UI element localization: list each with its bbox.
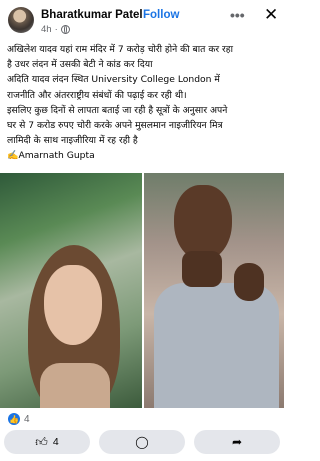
- post-time[interactable]: 4h: [41, 24, 52, 35]
- post-line: अदिति यादव लंदन स्थित University College…: [7, 74, 220, 86]
- neck-shape: [40, 363, 110, 408]
- neck-shape: [182, 251, 222, 287]
- post-body: अखिलेश यादव यहां राम मंदिर में 7 करोड़ च…: [7, 42, 281, 164]
- more-options-icon[interactable]: •••: [230, 7, 245, 23]
- post-signature: ✍️Amarnath Gupta: [7, 150, 95, 162]
- globe-icon: [60, 25, 70, 34]
- face-shape: [44, 265, 102, 345]
- comment-icon: ◯: [135, 435, 149, 449]
- separator-dot: ·: [136, 9, 140, 21]
- post-meta: 4h ·: [41, 24, 70, 35]
- photo-woman[interactable]: [0, 173, 142, 408]
- post-line: लामिदी के साथ नाइजीरिया में रह रही है: [7, 135, 138, 147]
- like-count: 4: [52, 436, 59, 448]
- post-line: राजनीति और अंतरराष्ट्रीय संबंधों की पढ़ा…: [7, 89, 187, 101]
- post-line: इसलिए कुछ दिनों से लापता बताई जा रही है …: [7, 104, 228, 116]
- reaction-summary[interactable]: 👍 4: [8, 413, 30, 425]
- share-button[interactable]: ➦: [194, 430, 280, 454]
- shirt-shape: [154, 283, 279, 408]
- comment-button[interactable]: ◯: [99, 430, 185, 454]
- photo-man[interactable]: [144, 173, 284, 408]
- share-icon: ➦: [231, 435, 243, 449]
- reaction-count: 4: [24, 413, 30, 425]
- like-badge-icon: 👍: [8, 413, 20, 425]
- meta-separator: ·: [54, 24, 58, 35]
- thumbs-up-icon: 👍︎: [35, 435, 48, 449]
- author-name[interactable]: Bharatkumar Patel: [41, 9, 143, 21]
- close-icon[interactable]: ✕: [264, 5, 278, 25]
- follow-button[interactable]: Follow: [143, 9, 179, 21]
- like-button[interactable]: 👍︎ 4: [4, 430, 90, 454]
- post-photos[interactable]: [0, 173, 284, 408]
- post-line: अखिलेश यादव यहां राम मंदिर में 7 करोड़ च…: [7, 44, 234, 55]
- post-line: घर से 7 करोड रुपए चोरी करके अपने मुसलमान…: [7, 120, 223, 132]
- avatar[interactable]: [8, 7, 34, 33]
- post-header: Bharatkumar Patel · Follow 4h · ••• ✕: [0, 0, 284, 38]
- post-line: है उधर लंदन में उसकी बेटी ने कांड कर दिय…: [7, 59, 153, 71]
- hand-shape: [234, 263, 264, 301]
- face-shape: [174, 185, 232, 261]
- action-bar: 👍︎ 4 ◯ ➦: [0, 430, 284, 461]
